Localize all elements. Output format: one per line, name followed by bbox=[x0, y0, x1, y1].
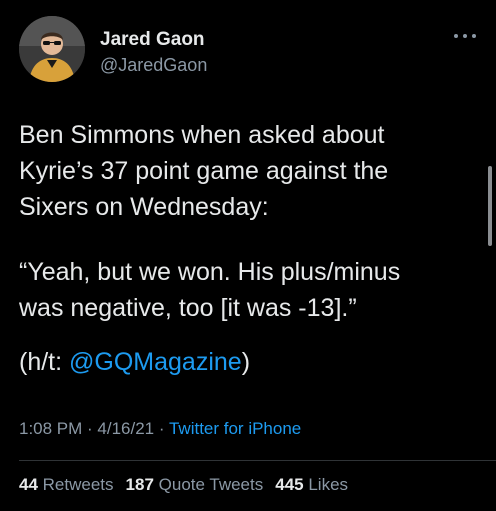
retweets-count: 44 bbox=[19, 475, 38, 494]
divider bbox=[19, 460, 496, 461]
credit-prefix: (h/t: bbox=[19, 348, 70, 376]
more-dot bbox=[463, 34, 467, 38]
meta-separator: · bbox=[82, 419, 98, 438]
tweet-text-paragraph: Ben Simmons when asked about Kyrie’s 37 p… bbox=[19, 117, 479, 225]
more-dot bbox=[454, 34, 458, 38]
likes-label: Likes bbox=[308, 475, 349, 494]
author-display-name[interactable]: Jared Gaon bbox=[100, 29, 205, 51]
avatar[interactable] bbox=[19, 16, 85, 82]
quote-tweets-count: 187 bbox=[125, 475, 154, 494]
credit-suffix: ) bbox=[241, 348, 251, 376]
tweet-text-line: Kyrie’s 37 point game against the bbox=[19, 157, 389, 185]
avatar-image bbox=[19, 16, 85, 82]
tweet-meta: 1:08 PM · 4/16/21 · Twitter for iPhone bbox=[19, 419, 301, 439]
quote-tweets-stat[interactable]: 187 Quote Tweets bbox=[126, 475, 264, 494]
likes-count: 445 bbox=[275, 475, 304, 494]
tweet-stats: 44 Retweets 187 Quote Tweets 445 Likes bbox=[19, 475, 348, 495]
likes-stat[interactable]: 445 Likes bbox=[275, 475, 348, 494]
meta-separator: · bbox=[154, 419, 169, 438]
author-handle[interactable]: @JaredGaon bbox=[100, 55, 207, 76]
tweet-time[interactable]: 1:08 PM bbox=[19, 419, 82, 438]
more-horizontal-icon[interactable] bbox=[454, 30, 476, 42]
tweet-text-line: was negative, too [it was -13].” bbox=[19, 294, 357, 322]
tweet-quote-paragraph: “Yeah, but we won. His plus/minus was neg… bbox=[19, 254, 479, 326]
tweet-date[interactable]: 4/16/21 bbox=[97, 419, 154, 438]
more-dot bbox=[472, 34, 476, 38]
tweet-text-line: “Yeah, but we won. His plus/minus bbox=[19, 258, 401, 286]
scrollbar-thumb[interactable] bbox=[488, 166, 492, 246]
tweet-source-link[interactable]: Twitter for iPhone bbox=[169, 419, 301, 438]
tweet-detail: Jared Gaon @JaredGaon Ben Simmons when a… bbox=[0, 0, 496, 511]
retweets-label: Retweets bbox=[42, 475, 114, 494]
tweet-text-line: Ben Simmons when asked about bbox=[19, 121, 385, 149]
mention-link[interactable]: @GQMagazine bbox=[69, 348, 242, 376]
quote-tweets-label: Quote Tweets bbox=[158, 475, 264, 494]
tweet-text-line: Sixers on Wednesday: bbox=[19, 193, 269, 221]
retweets-stat[interactable]: 44 Retweets bbox=[19, 475, 114, 494]
tweet-credit-paragraph: (h/t: @GQMagazine) bbox=[19, 344, 479, 380]
